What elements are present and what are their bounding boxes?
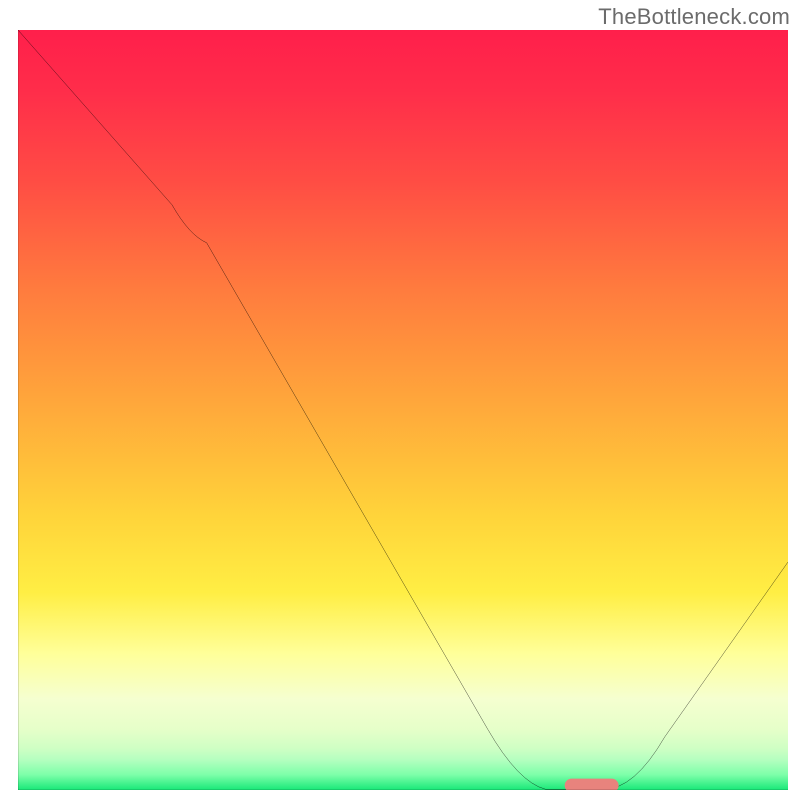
chart-container: TheBottleneck.com [0,0,800,800]
curve-layer [18,30,788,790]
optimal-marker [565,779,619,790]
watermark-text: TheBottleneck.com [598,4,790,30]
plot-area [18,30,788,790]
bottleneck-curve-path [18,30,788,789]
